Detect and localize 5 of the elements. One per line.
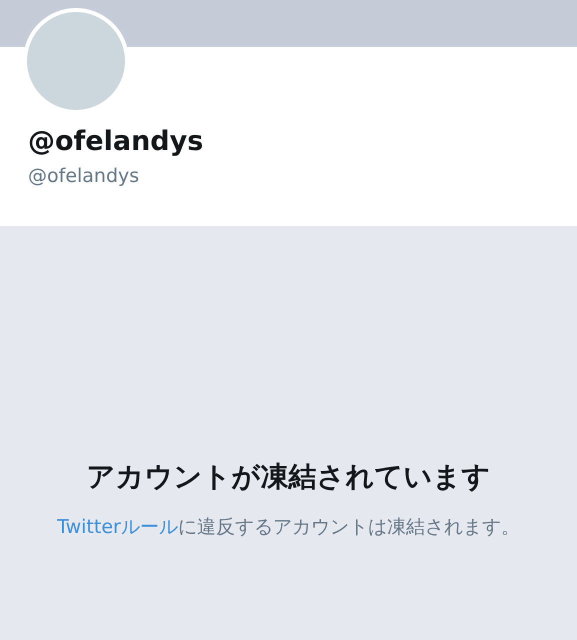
suspension-message: Twitterルールに違反するアカウントは凍結されます。 [57,515,520,540]
username: @ofelandys [28,165,140,187]
suspended-heading: アカウントが凍結されています [86,459,490,495]
display-name: @ofelandys [28,125,204,159]
rules-link[interactable]: Twitterルール [57,516,178,538]
